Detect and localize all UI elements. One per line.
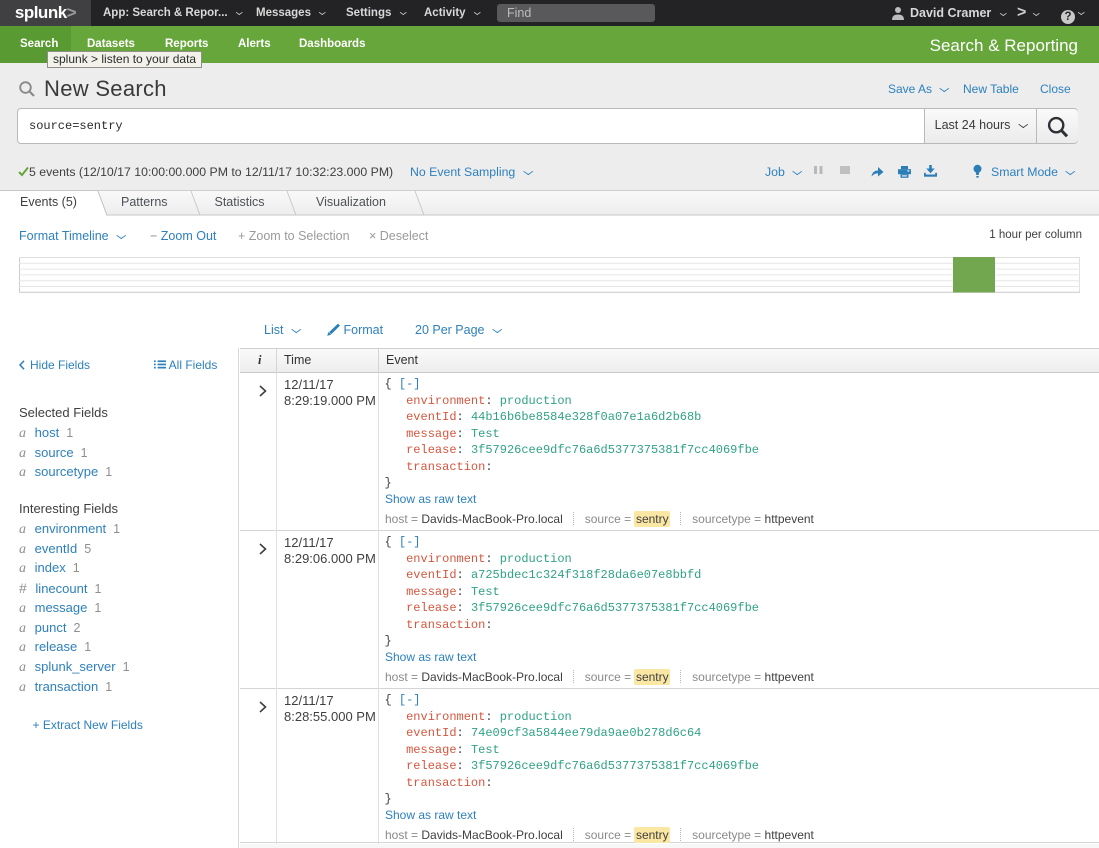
svg-text:Statistics: Statistics — [215, 195, 265, 209]
svg-text:Events (5): Events (5) — [20, 195, 77, 209]
svg-text:Visualization: Visualization — [316, 195, 386, 209]
svg-text:Patterns: Patterns — [121, 195, 168, 209]
